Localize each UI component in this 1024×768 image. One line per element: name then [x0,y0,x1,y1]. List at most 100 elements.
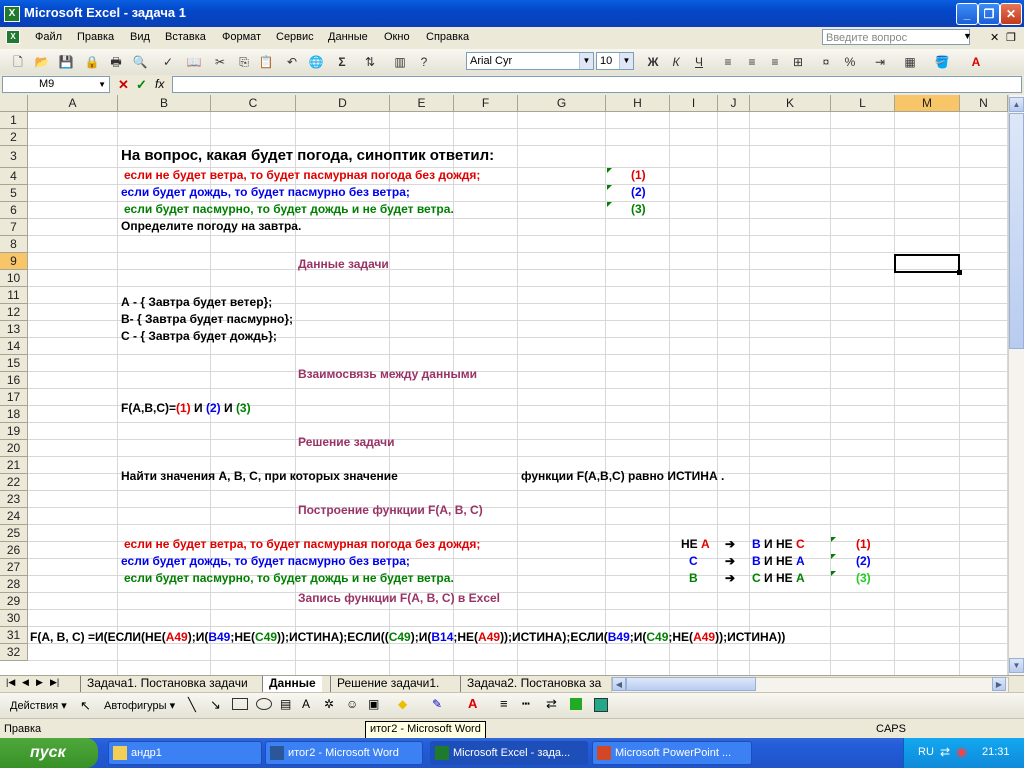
row-header-13[interactable]: 13 [0,321,28,338]
spreadsheet-grid[interactable]: ABCDEFGHIJKLMN 1 2 3 4 5 6 7 8 9 10 11 12 13 14 15 16 17… [0,95,1008,675]
cell-i25[interactable]: НЕ А [681,537,710,551]
column-header-e[interactable]: E [390,95,454,112]
minimize-button[interactable]: _ [956,3,978,25]
font-name-select[interactable]: Arial Cyr ▼ [466,52,594,70]
shadow-icon[interactable] [570,698,582,710]
column-header-f[interactable]: F [454,95,518,112]
row-header-22[interactable]: 22 [0,474,28,491]
menu-help[interactable]: Справка [426,31,469,43]
line-style-icon[interactable]: ≡ [500,696,508,711]
line-icon[interactable]: ╲ [188,697,196,713]
start-button[interactable]: пуск [0,738,98,768]
cell-b17[interactable]: F(A,B,C)=(1) И (2) И (3) [121,401,251,415]
autosum-icon[interactable]: Σ [334,54,350,70]
row-header-11[interactable]: 11 [0,287,28,304]
row-header-5[interactable]: 5 [0,185,28,202]
font-color-icon[interactable]: A [968,54,984,70]
open-icon[interactable]: 📂 [34,54,50,70]
column-header-n[interactable]: N [960,95,1008,112]
row-header-20[interactable]: 20 [0,440,28,457]
row-header-32[interactable]: 32 [0,644,28,661]
cell-k27[interactable]: С И НЕ А [752,571,805,585]
cell-l26[interactable]: (2) [856,554,871,568]
column-header-l[interactable]: L [831,95,895,112]
column-header-g[interactable]: G [518,95,606,112]
oval-icon[interactable] [256,698,272,710]
row-header-27[interactable]: 27 [0,559,28,576]
column-header-j[interactable]: J [718,95,750,112]
menu-insert[interactable]: Вставка [165,31,206,43]
language-indicator[interactable]: RU [918,746,934,758]
align-center-icon[interactable]: ≡ [744,54,760,70]
align-left-icon[interactable]: ≡ [720,54,736,70]
formula-input[interactable] [172,76,1022,93]
font-size-select[interactable]: 10 ▼ [596,52,634,70]
column-header-c[interactable]: C [211,95,296,112]
row-header-19[interactable]: 19 [0,423,28,440]
sheet-tab-4[interactable]: Задача2. Постановка за [460,676,608,692]
save-icon[interactable]: 💾 [58,54,74,70]
cell-k25[interactable]: В И НЕ С [752,537,805,551]
cell-b3[interactable]: На вопрос, какая будет погода, синоптик … [121,147,494,164]
row-header-16[interactable]: 16 [0,372,28,389]
menu-file[interactable]: Файл [35,31,62,43]
column-header-a[interactable]: A [28,95,118,112]
workbook-icon[interactable]: X [6,30,20,44]
cell-d9[interactable]: Данные задачи [298,257,389,271]
task-word[interactable]: итог2 - Microsoft Word [265,741,423,765]
row-header-21[interactable]: 21 [0,457,28,474]
sheet-tab-3[interactable]: Решение задачи1. [330,676,446,692]
menu-edit[interactable]: Правка [77,31,114,43]
cell-b13[interactable]: С - { Завтра будет дождь}; [121,329,277,343]
line-color-icon[interactable]: ✎ [432,697,442,711]
row-header-29[interactable]: 29 [0,593,28,610]
textbox-icon[interactable]: ▤ [280,697,291,711]
cell-d28[interactable]: Запись функции F(A, B, C) в Excel [298,591,500,605]
spelling-icon[interactable]: ✓ [160,54,176,70]
menu-format[interactable]: Формат [222,31,261,43]
preview-icon[interactable]: 🔍 [132,54,148,70]
size-dropdown-icon[interactable]: ▼ [619,53,633,69]
row-header-18[interactable]: 18 [0,406,28,423]
actions-menu[interactable]: Действия ▾ [10,699,67,712]
row-header-24[interactable]: 24 [0,508,28,525]
doc-restore-icon[interactable]: ❐ [1006,31,1016,44]
scroll-up-icon[interactable]: ▲ [1009,97,1024,112]
menu-data[interactable]: Данные [328,31,368,43]
row-header-17[interactable]: 17 [0,389,28,406]
font-dropdown-icon[interactable]: ▼ [579,53,593,69]
row-header-31[interactable]: 31 [0,627,28,644]
tab-last-icon[interactable]: ▶| [50,677,59,688]
enter-icon[interactable]: ✓ [136,77,147,93]
cell-b5[interactable]: если будет дождь, то будет пасмурно без … [121,185,410,199]
cell-b11[interactable]: А - { Завтра будет ветер}; [121,295,272,309]
task-excel[interactable]: Microsoft Excel - зада... [430,741,588,765]
row-header-2[interactable]: 2 [0,129,28,146]
scroll-right-icon[interactable]: ▶ [992,677,1006,691]
cell-d23[interactable]: Построение функции F(A, B, C) [298,503,483,517]
arrow-style-icon[interactable]: ⇄ [546,696,557,712]
horizontal-scrollbar[interactable]: ◀ ▶ [611,677,1009,693]
sheet-tab-data[interactable]: Данные [262,676,322,692]
arrow-icon[interactable]: ↘ [210,697,221,713]
column-header-h[interactable]: H [606,95,670,112]
row-header-3[interactable]: 3 [0,146,28,168]
clipart-icon[interactable]: ☺ [346,697,358,711]
network-icon[interactable]: ⇄ [940,745,950,759]
row-header-15[interactable]: 15 [0,355,28,372]
cell-d19[interactable]: Решение задачи [298,435,395,449]
rectangle-icon[interactable] [232,698,248,710]
sheet-tab-1[interactable]: Задача1. Постановка задачи [80,676,254,692]
antivirus-icon[interactable]: ◉ [956,744,967,760]
row-header-8[interactable]: 8 [0,236,28,253]
scroll-left-icon[interactable]: ◀ [612,677,626,691]
scroll-thumb[interactable] [1009,113,1024,349]
row-header-4[interactable]: 4 [0,168,28,185]
dash-style-icon[interactable]: ┅ [522,696,530,712]
underline-icon[interactable]: Ч [691,54,707,70]
wordart-icon[interactable]: A [302,697,310,711]
cell-h6[interactable]: (3) [631,202,646,216]
chart-icon[interactable]: ▥ [392,54,408,70]
column-header-d[interactable]: D [296,95,390,112]
cell-a30-formula[interactable]: F(A, B, C) =И(ЕСЛИ(НЕ(A49);И(B49;НЕ(C49)… [30,630,785,644]
